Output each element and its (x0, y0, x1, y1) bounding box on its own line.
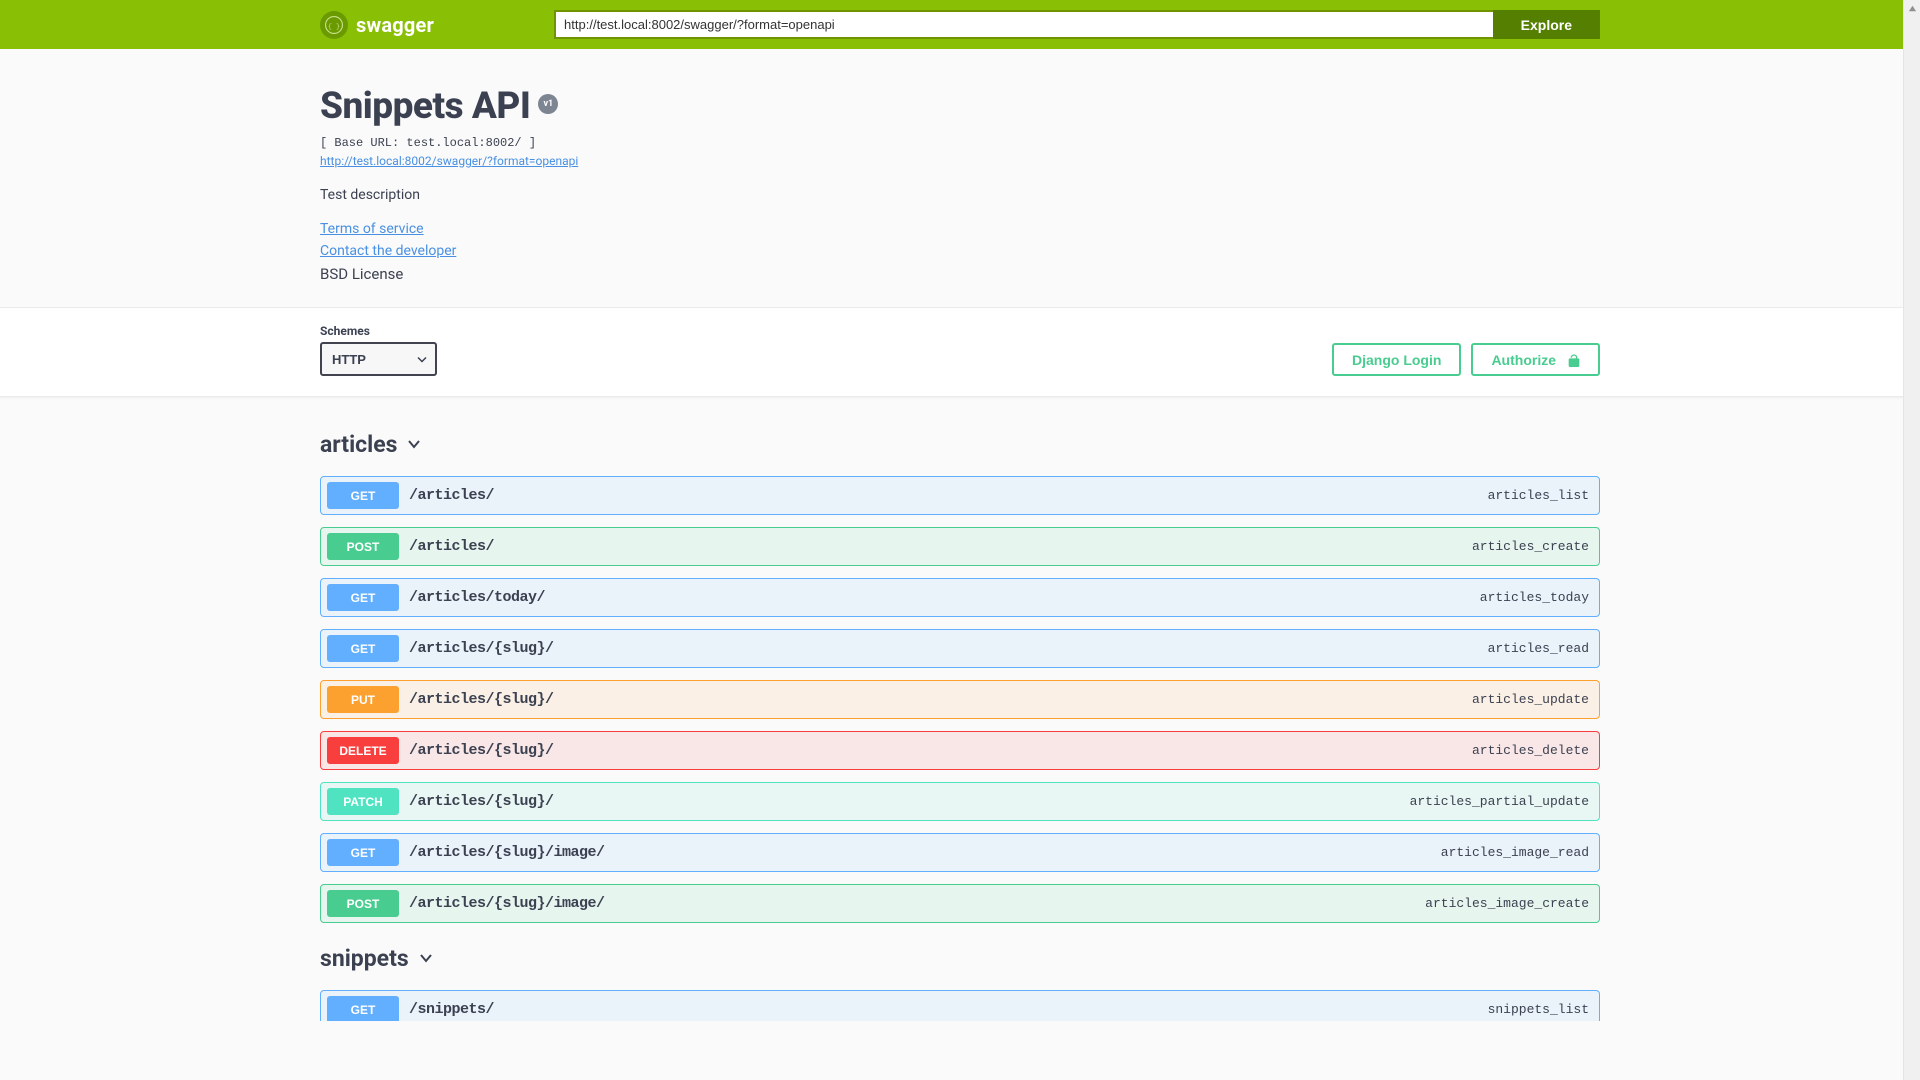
contact-developer-link[interactable]: Contact the developer (320, 243, 1600, 259)
http-method-badge: PUT (327, 686, 399, 713)
operation-id: articles_today (1480, 590, 1589, 605)
operation-row[interactable]: GET/articles/articles_list (320, 476, 1600, 515)
operation-id: articles_list (1488, 488, 1589, 503)
authorize-label: Authorize (1491, 352, 1556, 368)
operation-row[interactable]: PUT/articles/{slug}/ articles_update (320, 680, 1600, 719)
operation-row[interactable]: GET/articles/{slug}/ articles_read (320, 629, 1600, 668)
operation-id: articles_create (1472, 539, 1589, 554)
explore-button[interactable]: Explore (1493, 10, 1600, 39)
operation-id: articles_image_create (1425, 896, 1589, 911)
chevron-down-icon (407, 437, 421, 453)
brand[interactable]: { } swagger (320, 11, 434, 39)
vertical-scrollbar[interactable] (1903, 0, 1920, 1080)
tag-name: snippets (320, 945, 409, 972)
terms-of-service-link[interactable]: Terms of service (320, 221, 1600, 237)
operation-path: /articles/{slug}/image/ (409, 844, 605, 861)
schemes-bar: Schemes HTTP Django Login Authorize (0, 307, 1920, 397)
http-method-badge: DELETE (327, 737, 399, 764)
base-url-label: [ Base URL: test.local:8002/ ] (320, 136, 1600, 150)
operation-id: snippets_list (1488, 1002, 1589, 1017)
chevron-down-icon (419, 951, 433, 967)
operation-row[interactable]: POST/articles/{slug}/image/articles_imag… (320, 884, 1600, 923)
tag-header-snippets[interactable]: snippets (320, 945, 1600, 972)
operation-row[interactable]: POST/articles/articles_create (320, 527, 1600, 566)
api-title: Snippets API (320, 85, 530, 128)
http-method-badge: POST (327, 890, 399, 917)
operation-path: /articles/{slug}/ (409, 640, 554, 657)
http-method-badge: GET (327, 482, 399, 509)
operation-id: articles_update (1472, 692, 1589, 707)
lock-open-icon (1566, 353, 1580, 367)
tag-name: articles (320, 431, 397, 458)
api-description: Test description (320, 187, 1600, 203)
http-method-badge: PATCH (327, 788, 399, 815)
api-info: Snippets API v1 [ Base URL: test.local:8… (320, 49, 1600, 307)
spec-url-input[interactable] (554, 10, 1493, 39)
swagger-logo-icon: { } (320, 11, 348, 39)
http-method-badge: GET (327, 839, 399, 866)
topbar: { } swagger Explore (0, 0, 1920, 49)
django-login-button[interactable]: Django Login (1332, 343, 1461, 376)
django-login-label: Django Login (1352, 352, 1441, 368)
operation-row[interactable]: GET/articles/{slug}/image/articles_image… (320, 833, 1600, 872)
operation-path: /articles/ (409, 487, 494, 504)
http-method-badge: GET (327, 635, 399, 662)
license-text: BSD License (320, 265, 1600, 283)
operation-path: /articles/today/ (409, 589, 545, 606)
operation-path: /articles/{slug}/image/ (409, 895, 605, 912)
scrollbar-up-arrow[interactable] (1904, 0, 1920, 17)
tag-header-articles[interactable]: articles (320, 431, 1600, 458)
operation-id: articles_image_read (1441, 845, 1589, 860)
operation-path: /articles/{slug}/ (409, 793, 554, 810)
operation-id: articles_read (1488, 641, 1589, 656)
spec-url-link[interactable]: http://test.local:8002/swagger/?format=o… (320, 154, 578, 168)
http-method-badge: GET (327, 584, 399, 611)
svg-text:{ }: { } (328, 22, 340, 30)
http-method-badge: GET (327, 996, 399, 1021)
url-form: Explore (554, 10, 1600, 39)
http-method-badge: POST (327, 533, 399, 560)
schemes-label: Schemes (320, 324, 437, 338)
operation-row[interactable]: DELETE/articles/{slug}/ articles_delete (320, 731, 1600, 770)
operation-path: /articles/ (409, 538, 494, 555)
operation-path: /articles/{slug}/ (409, 742, 554, 759)
brand-text: swagger (356, 13, 434, 37)
schemes-select[interactable]: HTTP (320, 342, 437, 376)
version-badge: v1 (538, 94, 558, 114)
operation-id: articles_delete (1472, 743, 1589, 758)
operation-path: /snippets/ (409, 1001, 494, 1018)
operation-row[interactable]: PATCH/articles/{slug}/ articles_partial_u… (320, 782, 1600, 821)
operation-id: articles_partial_update (1410, 794, 1589, 809)
authorize-button[interactable]: Authorize (1471, 343, 1600, 376)
operation-row[interactable]: GET/snippets/snippets_list (320, 990, 1600, 1021)
operation-row[interactable]: GET/articles/today/articles_today (320, 578, 1600, 617)
operation-path: /articles/{slug}/ (409, 691, 554, 708)
